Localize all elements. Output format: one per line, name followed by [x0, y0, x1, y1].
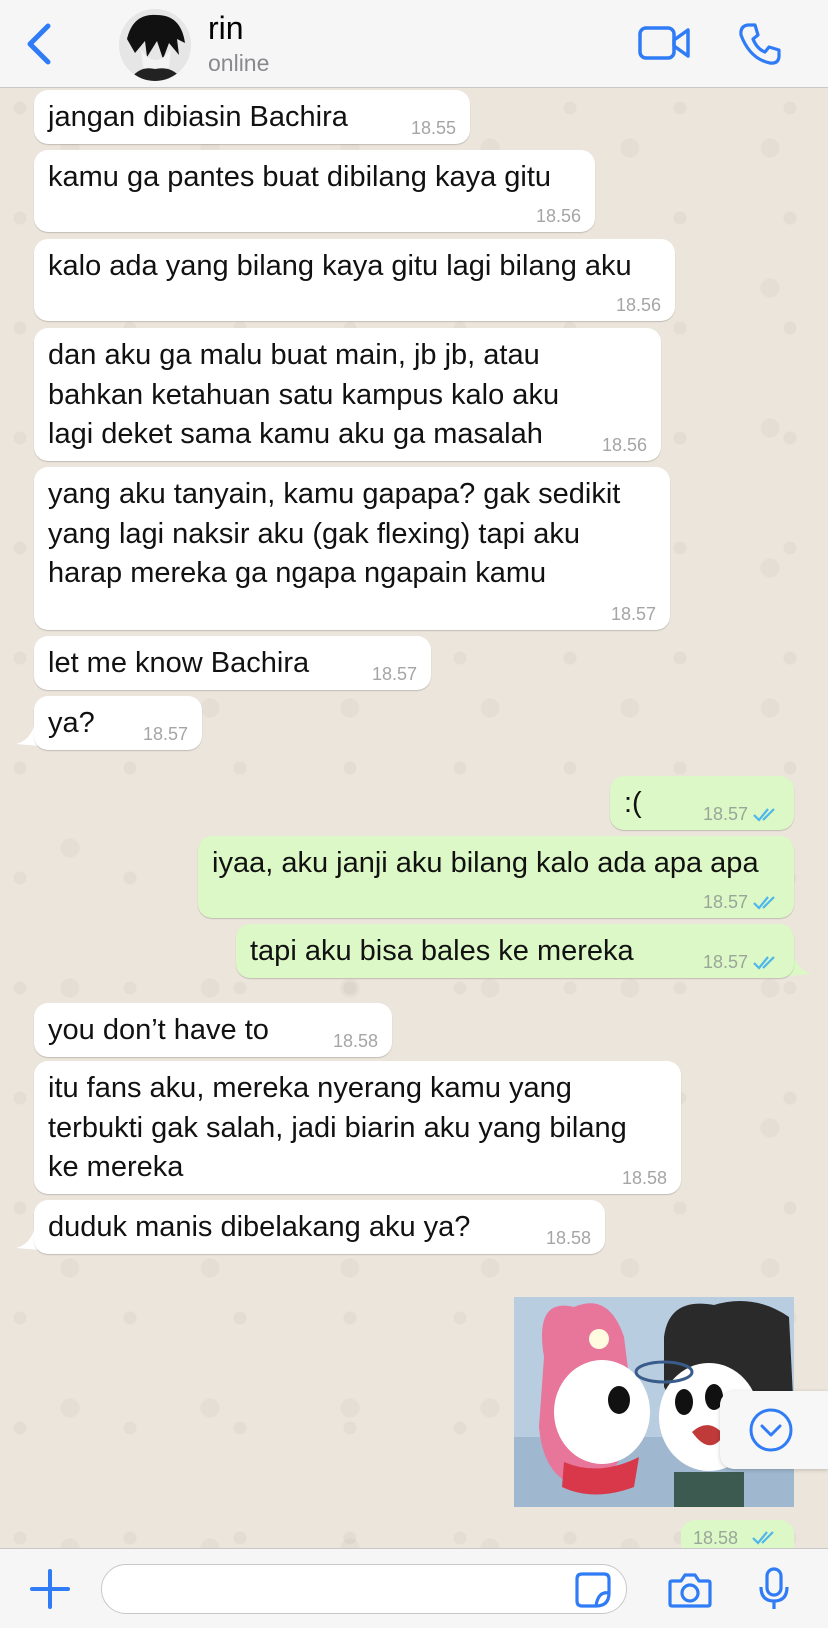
message-time: 18.55	[410, 118, 456, 138]
avatar[interactable]	[119, 9, 191, 81]
message-bubble-incoming[interactable]: itu fans aku, mereka nyerang kamu yang t…	[34, 1061, 681, 1194]
message-bubble-incoming[interactable]: ya? 18.57	[34, 696, 202, 750]
message-text: :(	[624, 787, 642, 819]
message-text: kamu ga pantes buat dibilang kaya gitu	[48, 161, 552, 193]
message-text: dan aku ga malu buat main, jb jb, atau b…	[48, 339, 560, 450]
message-time: 18.56	[615, 295, 661, 315]
phone-icon[interactable]	[738, 22, 782, 66]
message-time: 18.58	[545, 1228, 591, 1248]
message-time: 18.57	[702, 952, 748, 972]
message-time: 18.57	[702, 892, 748, 912]
message-bubble-outgoing[interactable]: :( 18.57	[610, 776, 794, 830]
message-text: let me know Bachira	[48, 647, 310, 679]
double-check-icon	[752, 1531, 774, 1545]
message-time: 18.57	[371, 664, 417, 684]
message-time: 18.57	[142, 724, 188, 744]
message-bubble-incoming[interactable]: you don’t have to 18.58	[34, 1003, 392, 1057]
message-bubble-incoming[interactable]: kamu ga pantes buat dibilang kaya gitu 1…	[34, 150, 595, 232]
double-check-icon	[753, 956, 775, 970]
message-time: 18.57	[702, 804, 748, 824]
double-check-icon	[753, 896, 775, 910]
video-call-icon[interactable]	[638, 24, 690, 62]
back-chevron-icon[interactable]	[22, 22, 58, 66]
double-check-icon	[753, 808, 775, 822]
message-bubble-incoming[interactable]: yang aku tanyain, kamu gapapa? gak sedik…	[34, 467, 670, 630]
message-text: yang aku tanyain, kamu gapapa? gak sedik…	[48, 478, 621, 589]
message-text: you don’t have to	[48, 1014, 269, 1046]
chat-header: rin online	[0, 0, 828, 88]
message-bubble-outgoing[interactable]: iyaa, aku janji aku bilang kalo ada apa …	[198, 836, 794, 918]
message-text: tapi aku bisa bales ke mereka	[250, 935, 634, 967]
message-time: 18.57	[610, 604, 656, 624]
chevron-down-icon	[749, 1408, 793, 1452]
message-time: 18.58	[332, 1031, 378, 1051]
message-text: duduk manis dibelakang aku ya?	[48, 1211, 471, 1243]
camera-icon[interactable]	[668, 1571, 712, 1609]
message-bubble-incoming[interactable]: let me know Bachira 18.57	[34, 636, 431, 690]
message-text: itu fans aku, mereka nyerang kamu yang t…	[48, 1072, 627, 1183]
sticker-icon[interactable]	[574, 1571, 612, 1609]
message-text: ya?	[48, 707, 95, 739]
composer-bar	[0, 1548, 828, 1628]
message-bubble-incoming[interactable]: duduk manis dibelakang aku ya? 18.58	[34, 1200, 605, 1254]
microphone-icon[interactable]	[757, 1567, 791, 1611]
message-bubble-incoming[interactable]: jangan dibiasin Bachira 18.55	[34, 90, 470, 144]
message-text: kalo ada yang bilang kaya gitu lagi bila…	[48, 250, 632, 282]
message-text: iyaa, aku janji aku bilang kalo ada apa …	[212, 847, 759, 879]
scroll-to-bottom-button[interactable]	[720, 1391, 828, 1469]
message-time: 18.58	[693, 1528, 739, 1548]
message-bubble-outgoing[interactable]: tapi aku bisa bales ke mereka 18.57	[236, 924, 794, 978]
message-time: 18.56	[601, 435, 647, 455]
message-time: 18.58	[621, 1168, 667, 1188]
plus-icon[interactable]	[30, 1569, 70, 1609]
contact-name[interactable]: rin	[208, 10, 244, 47]
message-input[interactable]	[101, 1564, 627, 1614]
message-time: 18.56	[535, 206, 581, 226]
message-bubble-incoming[interactable]: kalo ada yang bilang kaya gitu lagi bila…	[34, 239, 675, 321]
contact-status: online	[208, 50, 270, 76]
message-text: jangan dibiasin Bachira	[48, 101, 348, 133]
message-bubble-incoming[interactable]: dan aku ga malu buat main, jb jb, atau b…	[34, 328, 661, 461]
